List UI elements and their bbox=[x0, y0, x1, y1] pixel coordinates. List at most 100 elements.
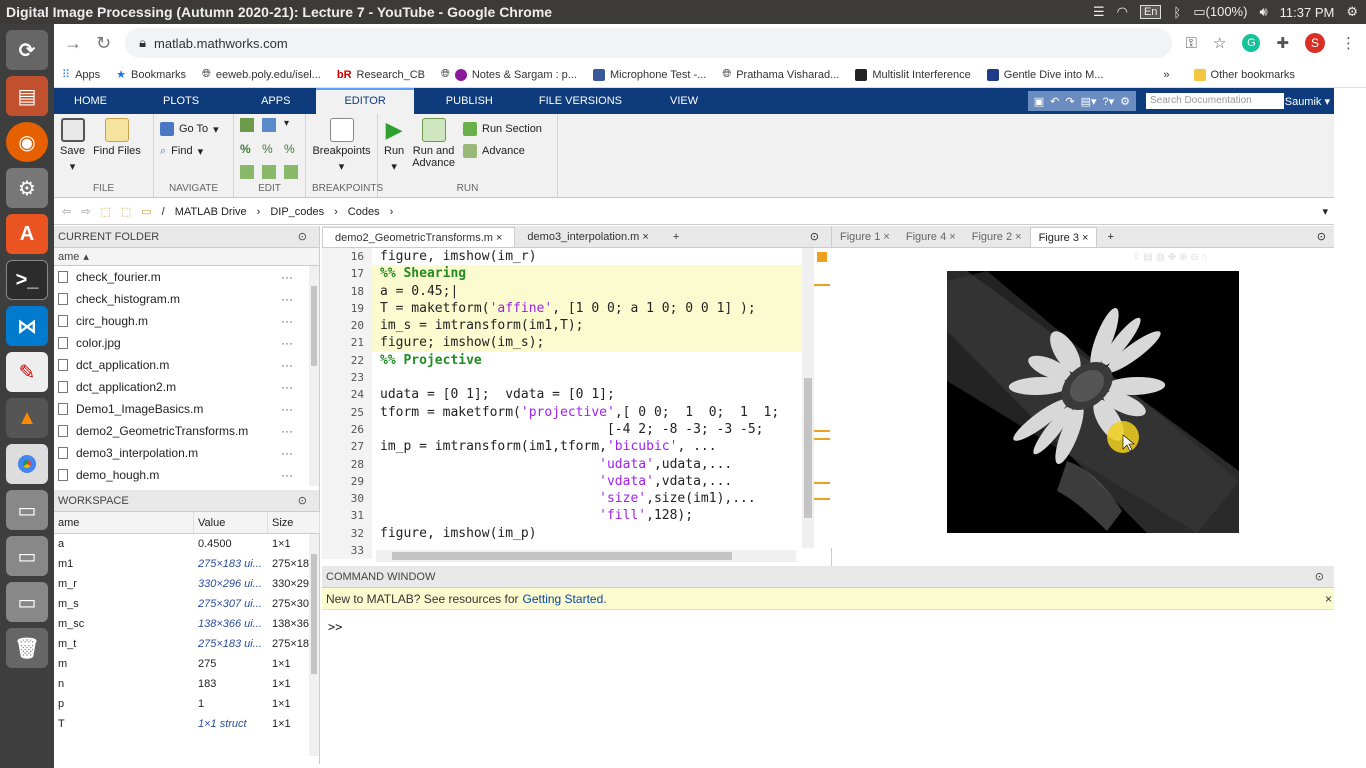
pan-icon[interactable]: ✥ bbox=[1168, 252, 1179, 263]
tab-editor[interactable]: EDITOR bbox=[316, 88, 414, 114]
export-icon[interactable]: ⇪ bbox=[1132, 252, 1143, 263]
file-row[interactable]: check_histogram.m ··· bbox=[54, 288, 319, 310]
more-icon[interactable]: ··· bbox=[281, 270, 293, 284]
workspace-value-cell[interactable]: 275×183 ui... bbox=[194, 554, 268, 574]
editor-scroll-thumb[interactable] bbox=[804, 378, 812, 518]
code-area[interactable]: 16 figure, imshow(im_r) 17%% Shearing 18 a =… bbox=[322, 248, 802, 560]
warning-marker[interactable] bbox=[814, 482, 830, 484]
writer-app-icon[interactable]: ✎ bbox=[6, 352, 48, 392]
star-icon[interactable]: ☆ bbox=[1213, 34, 1226, 52]
line-number[interactable]: 27 bbox=[322, 438, 372, 456]
tab-apps[interactable]: APPS bbox=[235, 88, 316, 114]
code-line[interactable]: 18 a = 0.45;| bbox=[322, 282, 802, 300]
workspace-value-cell[interactable]: 275×307 ui... bbox=[194, 594, 268, 614]
user-menu[interactable]: Saumik ▾ bbox=[1285, 95, 1334, 108]
line-number[interactable]: 30 bbox=[322, 490, 372, 508]
chevron-down-icon[interactable]: ▾ bbox=[284, 118, 300, 129]
bookmark-prathama[interactable]: 🌐︎ Prathama Visharad... bbox=[722, 68, 839, 81]
files-app-icon[interactable]: ▤ bbox=[6, 76, 48, 116]
path-root[interactable]: / bbox=[162, 206, 165, 218]
tab-view[interactable]: VIEW bbox=[636, 88, 732, 114]
terminal-icon[interactable]: >_ bbox=[6, 260, 48, 300]
editor-horizontal-scrollbar[interactable] bbox=[376, 550, 796, 562]
workspace-value-cell[interactable]: 330×296 ui... bbox=[194, 574, 268, 594]
run-section-button[interactable]: Run Section bbox=[463, 118, 542, 140]
bookmark-notes[interactable]: 🌐︎ Notes & Sargam : p... bbox=[441, 68, 577, 81]
vlc-icon[interactable]: ▲ bbox=[6, 398, 48, 438]
workspace-value-cell[interactable]: 275 bbox=[194, 654, 268, 674]
line-number[interactable]: 21 bbox=[322, 334, 372, 352]
value-column-header[interactable]: Value bbox=[194, 512, 268, 534]
breakpoints-button[interactable]: Breakpoints ▾ bbox=[312, 118, 371, 173]
code-line[interactable]: 22 %% Projective bbox=[322, 351, 802, 370]
path-codes[interactable]: Codes bbox=[348, 206, 380, 218]
line-number[interactable]: 28 bbox=[322, 455, 372, 473]
line-number[interactable]: 29 bbox=[322, 472, 372, 491]
settings-tools-icon[interactable]: ⚙ bbox=[6, 168, 48, 208]
folder-scroll-thumb[interactable] bbox=[311, 286, 317, 366]
close-icon[interactable]: × bbox=[1325, 592, 1332, 606]
go-to-button[interactable]: Go To ▾ bbox=[160, 118, 219, 140]
more-icon[interactable]: ··· bbox=[281, 468, 293, 482]
settings-gear-icon[interactable]: ⚙ bbox=[1346, 4, 1358, 20]
insert-icon[interactable] bbox=[240, 118, 254, 132]
figure-tab-1[interactable]: Figure 1 × bbox=[832, 227, 898, 247]
bookmark-research[interactable]: bR Research_CB bbox=[337, 69, 425, 81]
close-icon[interactable]: × bbox=[642, 231, 648, 243]
menu-kebab-icon[interactable]: ⋮ bbox=[1341, 34, 1356, 52]
file-row[interactable]: circ_hough.m ··· bbox=[54, 310, 319, 332]
grammarly-icon[interactable]: G bbox=[1242, 34, 1261, 52]
vscode-icon[interactable]: ⋈ bbox=[6, 306, 48, 346]
close-icon[interactable]: × bbox=[949, 231, 955, 243]
file-row[interactable]: Demo1_ImageBasics.m ··· bbox=[54, 398, 319, 420]
workspace-name-cell[interactable]: m1 bbox=[54, 554, 194, 574]
close-icon[interactable]: × bbox=[1015, 231, 1021, 243]
more-icon[interactable]: ··· bbox=[281, 358, 293, 372]
drive-icon-3[interactable]: ▭ bbox=[6, 582, 48, 622]
undo-icon[interactable]: ↶ bbox=[1050, 95, 1059, 108]
figure-tab-4[interactable]: Figure 4 × bbox=[898, 227, 964, 247]
battery-indicator[interactable]: ▭(100%) bbox=[1193, 4, 1247, 20]
comment-icon[interactable]: % bbox=[240, 142, 256, 156]
help-icon[interactable]: ?▾ bbox=[1102, 95, 1114, 108]
address-bar[interactable]: 🔒︎ matlab.mathworks.com bbox=[125, 28, 1172, 58]
workspace-scroll-thumb[interactable] bbox=[311, 554, 317, 674]
warning-marker[interactable] bbox=[814, 498, 830, 500]
system-settings-icon[interactable]: ⟳ bbox=[6, 30, 48, 70]
new-tab-button[interactable]: + bbox=[661, 227, 691, 247]
layout-icon[interactable]: ▤▾ bbox=[1081, 95, 1097, 108]
increase-indent-icon[interactable] bbox=[262, 165, 276, 180]
zoom-in-icon[interactable]: ⊕ bbox=[1179, 252, 1190, 263]
datatip-icon[interactable]: ◍ bbox=[1156, 252, 1168, 263]
firefox-icon[interactable]: ◉ bbox=[6, 122, 48, 162]
browse-folder-icon[interactable]: ⬚ bbox=[121, 205, 131, 218]
line-number[interactable]: 16 bbox=[322, 248, 372, 266]
forward-icon[interactable]: → bbox=[64, 33, 82, 54]
workspace-name-cell[interactable]: T bbox=[54, 714, 194, 734]
profile-avatar[interactable]: S bbox=[1305, 33, 1325, 53]
line-number[interactable]: 32 bbox=[322, 524, 372, 543]
workspace-value-cell[interactable]: 138×366 ui... bbox=[194, 614, 268, 634]
redo-icon[interactable]: ↷ bbox=[1065, 95, 1074, 108]
line-number[interactable]: 31 bbox=[322, 507, 372, 525]
line-number[interactable]: 26 bbox=[322, 420, 372, 439]
uncomment-icon[interactable]: % bbox=[262, 142, 278, 156]
editor-vertical-scrollbar[interactable] bbox=[802, 248, 814, 548]
workspace-name-cell[interactable]: m_sc bbox=[54, 614, 194, 634]
workspace-name-cell[interactable]: m_s bbox=[54, 594, 194, 614]
file-row[interactable]: demo_hough.m ··· bbox=[54, 464, 319, 486]
trash-icon[interactable]: 🗑︎ bbox=[6, 628, 48, 668]
menu-icon[interactable]: ☰ bbox=[1093, 4, 1105, 20]
tab-file-versions[interactable]: FILE VERSIONS bbox=[525, 88, 636, 114]
volume-icon[interactable]: 🔊︎ bbox=[1259, 4, 1267, 20]
panel-menu-icon[interactable]: ⊙ bbox=[810, 230, 819, 243]
workspace-name-cell[interactable]: n bbox=[54, 674, 194, 694]
panel-menu-icon[interactable]: ⊙ bbox=[298, 494, 307, 507]
workspace-name-cell[interactable]: p bbox=[54, 694, 194, 714]
file-row[interactable]: demo2_GeometricTransforms.m ··· bbox=[54, 420, 319, 442]
forward-arrow-icon[interactable]: ⇨ bbox=[81, 205, 90, 218]
close-icon[interactable]: × bbox=[496, 232, 502, 244]
line-number[interactable]: 33 bbox=[322, 542, 372, 560]
figure-tab-3[interactable]: Figure 3 × bbox=[1029, 227, 1098, 247]
code-line[interactable]: 31 'fill',128); bbox=[322, 507, 802, 525]
